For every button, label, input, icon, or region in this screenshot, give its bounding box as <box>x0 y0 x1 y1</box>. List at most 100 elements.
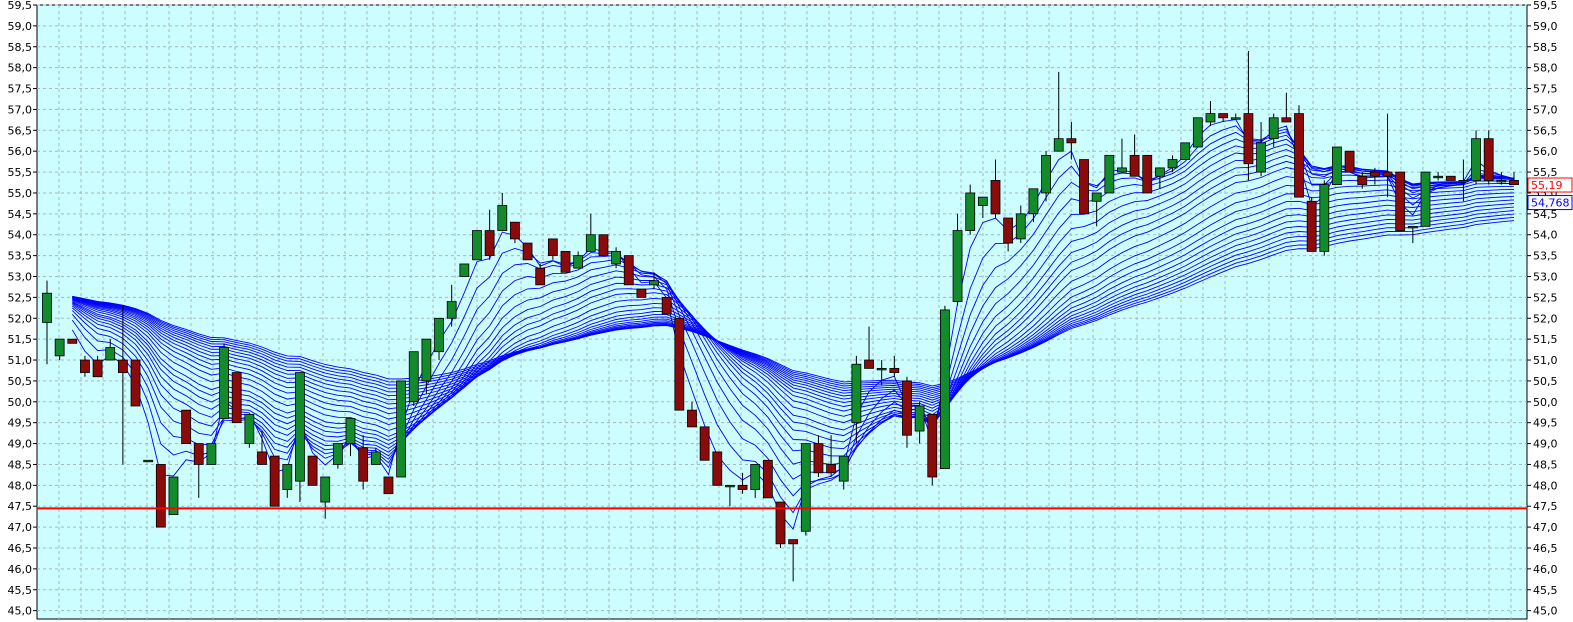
candle-down <box>269 455 280 507</box>
y-tick-label-right: 52,0 <box>1533 312 1558 325</box>
y-tick-label-right: 46,0 <box>1533 563 1558 576</box>
candle-down <box>788 539 799 545</box>
candle-down <box>67 338 78 344</box>
candle-up <box>459 263 470 277</box>
candle-up <box>1332 146 1342 186</box>
candle-down <box>1218 113 1229 119</box>
y-tick-label-right: 56,5 <box>1533 124 1558 137</box>
candle-up <box>1053 138 1064 152</box>
candle-down <box>522 242 533 261</box>
candle-down <box>902 380 912 436</box>
candle-down <box>813 443 824 474</box>
candle-up <box>940 309 950 470</box>
candle-up <box>1420 171 1431 227</box>
candle-up <box>332 443 343 465</box>
y-tick-label-right: 47,5 <box>1533 500 1558 513</box>
y-tick-label-left: 48,0 <box>8 479 33 492</box>
candle-up <box>1104 154 1115 194</box>
candle-down <box>737 484 748 490</box>
y-tick-label-right: 49,0 <box>1533 438 1558 451</box>
y-tick-label-left: 57,0 <box>8 103 33 116</box>
candle-down <box>1066 138 1077 144</box>
candle-down <box>560 251 571 273</box>
y-tick-label-left: 55,5 <box>8 166 33 179</box>
candle-up <box>446 301 457 319</box>
candle-up <box>54 338 65 357</box>
y-tick-label-right: 52,5 <box>1533 291 1558 304</box>
candle-down <box>510 221 520 240</box>
y-tick-label-left: 53,5 <box>8 250 33 263</box>
candle-up <box>421 338 432 382</box>
candle-down <box>1344 150 1355 173</box>
candle-up <box>952 230 963 302</box>
y-tick-label-left: 47,0 <box>8 521 33 534</box>
candle-down <box>1509 180 1519 186</box>
candle-up <box>1205 113 1216 123</box>
candle-up <box>320 476 331 503</box>
y-tick-label-right: 59,0 <box>1533 20 1558 33</box>
candle-up <box>1268 117 1279 140</box>
candle-down <box>193 443 204 465</box>
candle-down <box>864 359 874 369</box>
candle-up <box>1154 167 1165 177</box>
y-tick-label-right: 59,5 <box>1533 0 1558 12</box>
y-tick-label-left: 50,0 <box>8 396 33 409</box>
candle-down <box>117 359 128 373</box>
y-tick-label-left: 47,5 <box>8 500 33 513</box>
last-price-tag: 54,768 <box>1531 197 1570 210</box>
y-tick-label-right: 45,5 <box>1533 584 1558 597</box>
candle-up <box>1458 180 1469 183</box>
candle-up <box>143 459 154 463</box>
candle-down <box>1294 113 1304 198</box>
candle-up <box>876 367 887 371</box>
y-tick-label-right: 50,5 <box>1533 375 1558 388</box>
candle-down <box>699 426 710 461</box>
stock-chart: 59,5 59,5 59,0 59,0 58,5 58,5 58,0 58,0 57,5 57,5… <box>0 0 1573 622</box>
candle-up <box>1117 167 1127 173</box>
candle-down <box>547 238 558 257</box>
candle-up <box>282 464 293 490</box>
candle-down <box>1306 200 1317 252</box>
y-tick-label-left: 55,0 <box>8 187 33 200</box>
candle-up <box>396 380 407 478</box>
candle-down <box>1445 175 1456 181</box>
candle-down <box>231 372 242 424</box>
candle-up <box>1091 192 1102 202</box>
candle-down <box>1483 138 1494 181</box>
candle-down <box>130 359 141 407</box>
candle-down <box>990 180 1001 215</box>
candle-down <box>674 317 685 411</box>
y-tick-label-right: 48,0 <box>1533 479 1558 492</box>
y-tick-label-left: 58,0 <box>8 62 33 75</box>
candle-up <box>434 317 444 353</box>
y-tick-label-right: 53,5 <box>1533 250 1558 263</box>
y-tick-label-right: 58,0 <box>1533 62 1558 75</box>
y-tick-label-right: 56,0 <box>1533 145 1558 158</box>
y-tick-label-left: 56,0 <box>8 145 33 158</box>
candle-down <box>1281 117 1292 123</box>
candle-down <box>80 359 90 373</box>
candle-up <box>851 363 862 424</box>
candle-up <box>977 196 988 206</box>
candle-down <box>1003 217 1014 244</box>
y-tick-label-right: 45,0 <box>1533 605 1558 618</box>
y-tick-label-left: 46,5 <box>8 542 33 555</box>
candle-up <box>370 451 381 465</box>
candle-down <box>687 409 697 428</box>
candle-up <box>750 464 761 490</box>
y-tick-label-right: 46,5 <box>1533 542 1558 555</box>
y-tick-label-left: 49,0 <box>8 438 33 451</box>
candle-up <box>1230 117 1241 120</box>
y-tick-label-left: 51,0 <box>8 354 33 367</box>
candle-down <box>1369 171 1380 177</box>
candle-up <box>585 234 596 252</box>
candle-up <box>1041 154 1051 194</box>
candle-up <box>914 405 925 432</box>
y-tick-label-left: 53,0 <box>8 270 33 283</box>
candle-down <box>1357 175 1368 186</box>
y-tick-label-left: 54,5 <box>8 208 33 221</box>
candle-down <box>1243 113 1254 165</box>
candle-down <box>383 476 394 495</box>
candle-up <box>1319 184 1330 252</box>
candle-up <box>1471 138 1481 181</box>
